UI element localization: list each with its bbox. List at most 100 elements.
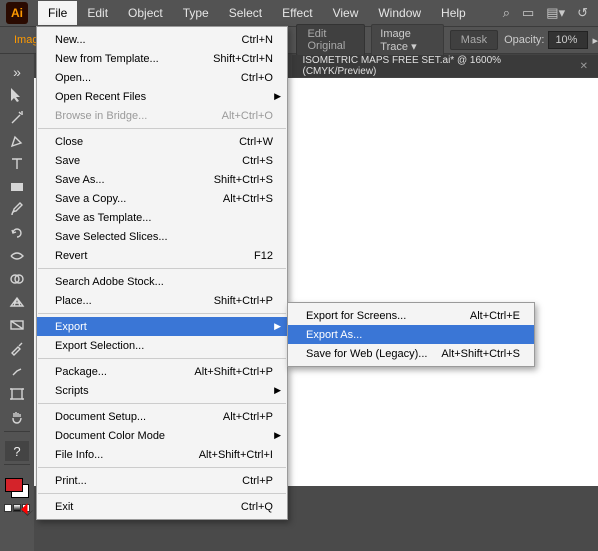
menu-separator [38, 128, 286, 129]
menu-item-label: Save as Template... [55, 212, 151, 224]
width-tool[interactable] [3, 244, 31, 267]
export-menu-item-save-for-web-legacy[interactable]: Save for Web (Legacy)...Alt+Shift+Ctrl+S [288, 344, 534, 363]
opacity-label: Opacity: [504, 34, 544, 46]
menu-file[interactable]: File [38, 1, 77, 25]
file-menu-item-scripts[interactable]: Scripts▶ [37, 381, 287, 400]
menu-item-label: Document Setup... [55, 411, 146, 423]
rotate-tool[interactable] [3, 221, 31, 244]
image-trace-button[interactable]: Image Trace ▾ [371, 24, 444, 57]
artboard-tool[interactable] [3, 382, 31, 405]
file-menu-item-save-as[interactable]: Save As...Shift+Ctrl+S [37, 170, 287, 189]
file-menu-item-place[interactable]: Place...Shift+Ctrl+P [37, 291, 287, 310]
file-menu-item-save-as-template[interactable]: Save as Template... [37, 208, 287, 227]
file-menu-item-document-color-mode[interactable]: Document Color Mode ▶ [37, 426, 287, 445]
menu-object[interactable]: Object [118, 1, 173, 25]
eyedropper-tool[interactable] [3, 336, 31, 359]
menu-edit[interactable]: Edit [77, 1, 118, 25]
search-icon[interactable]: ⌕ [503, 5, 510, 21]
menubar-right: ⌕ ▭ ▤▾ ↺ [503, 5, 598, 21]
symbol-sprayer-tool[interactable] [3, 359, 31, 382]
menu-view[interactable]: View [323, 1, 369, 25]
file-menu-item-export[interactable]: Export▶ [37, 317, 287, 336]
menu-separator [38, 313, 286, 314]
menu-separator [38, 467, 286, 468]
fill-swatch[interactable] [5, 478, 23, 492]
menu-effect[interactable]: Effect [272, 1, 322, 25]
hand-tool[interactable] [3, 405, 31, 428]
chevron-right-icon: ▶ [274, 430, 281, 441]
menu-window[interactable]: Window [368, 1, 431, 25]
opacity-value: 10% [555, 34, 577, 46]
menu-item-label: Close [55, 136, 83, 148]
file-menu-item-open[interactable]: Open... Ctrl+O [37, 68, 287, 87]
pen-tool[interactable] [3, 129, 31, 152]
magic-wand-tool[interactable] [3, 106, 31, 129]
menu-item-label: Print... [55, 475, 87, 487]
menu-separator [38, 358, 286, 359]
file-menu-item-save-selected-slices[interactable]: Save Selected Slices... [37, 227, 287, 246]
perspective-grid-tool[interactable] [3, 290, 31, 313]
file-menu-dropdown: New...Ctrl+NNew from Template...Shift+Ct… [36, 26, 288, 520]
menu-separator [38, 403, 286, 404]
menu-item-shortcut: Alt+Ctrl+E [470, 310, 520, 322]
chevron-right-icon: ▶ [274, 91, 281, 102]
menu-item-shortcut: Shift+Ctrl+N [213, 53, 273, 65]
opacity-control[interactable]: Opacity: 10% ▸ [504, 31, 598, 49]
menu-separator [38, 268, 286, 269]
help-tool[interactable]: ? [5, 441, 29, 461]
sync-icon[interactable]: ↺ [577, 5, 588, 21]
tool-panel: » ? [0, 54, 34, 551]
file-menu-item-new-from-template[interactable]: New from Template...Shift+Ctrl+N [37, 49, 287, 68]
menu-item-shortcut: Ctrl+Q [241, 501, 273, 513]
file-menu-item-save[interactable]: SaveCtrl+S [37, 151, 287, 170]
rectangle-tool[interactable] [3, 175, 31, 198]
menu-help[interactable]: Help [431, 1, 476, 25]
selection-tool[interactable] [3, 83, 31, 106]
arrange-icon[interactable]: ▤▾ [546, 5, 565, 21]
menu-item-label: Open Recent Files [55, 91, 146, 103]
file-menu-item-export-selection[interactable]: Export Selection... [37, 336, 287, 355]
file-menu-item-search-adobe-stock[interactable]: Search Adobe Stock... [37, 272, 287, 291]
chevron-right-icon: ▶ [274, 385, 281, 396]
menu-separator [38, 493, 286, 494]
type-tool[interactable] [3, 152, 31, 175]
expand-icon[interactable]: » [3, 60, 31, 83]
file-menu-item-exit[interactable]: ExitCtrl+Q [37, 497, 287, 516]
gradient-tool[interactable] [3, 313, 31, 336]
menu-item-shortcut: Ctrl+W [239, 136, 273, 148]
file-menu-item-new[interactable]: New...Ctrl+N [37, 30, 287, 49]
menu-type[interactable]: Type [173, 1, 219, 25]
mask-button[interactable]: Mask [450, 30, 498, 50]
paintbrush-tool[interactable] [3, 198, 31, 221]
file-menu-item-save-a-copy[interactable]: Save a Copy...Alt+Ctrl+S [37, 189, 287, 208]
menu-item-shortcut: Shift+Ctrl+P [214, 295, 273, 307]
menu-item-shortcut: Alt+Ctrl+S [223, 193, 273, 205]
menu-item-shortcut: Ctrl+O [241, 72, 273, 84]
file-menu-item-browse-in-bridge: Browse in Bridge...Alt+Ctrl+O [37, 106, 287, 125]
menu-item-shortcut: Alt+Shift+Ctrl+P [194, 366, 273, 378]
file-menu-item-open-recent-files[interactable]: Open Recent Files ▶ [37, 87, 287, 106]
export-menu-item-export-for-screens[interactable]: Export for Screens...Alt+Ctrl+E [288, 306, 534, 325]
menu-item-label: Open... [55, 72, 91, 84]
menu-item-shortcut: Alt+Shift+Ctrl+I [199, 449, 273, 461]
file-menu-item-document-setup[interactable]: Document Setup... Alt+Ctrl+P [37, 407, 287, 426]
file-menu-item-package[interactable]: Package...Alt+Shift+Ctrl+P [37, 362, 287, 381]
menu-item-label: Export [55, 321, 87, 333]
close-icon[interactable]: ✕ [580, 61, 588, 72]
menu-item-label: Document Color Mode [55, 430, 165, 442]
export-menu-item-export-as[interactable]: Export As... [288, 325, 534, 344]
menu-item-shortcut: Ctrl+P [242, 475, 273, 487]
menu-item-shortcut: Alt+Ctrl+P [223, 411, 273, 423]
document-tab[interactable]: ISOMETRIC MAPS FREE SET.ai* @ 1600% (CMY… [292, 55, 598, 77]
file-menu-item-revert[interactable]: RevertF12 [37, 246, 287, 265]
menubar: Ai File Edit Object Type Select Effect V… [0, 0, 598, 26]
edit-original-button[interactable]: Edit Original [296, 24, 365, 56]
menu-select[interactable]: Select [219, 1, 272, 25]
file-menu-item-close[interactable]: Close Ctrl+W [37, 132, 287, 151]
color-mode-swatches[interactable] [4, 504, 30, 512]
file-menu-item-print[interactable]: Print... Ctrl+P [37, 471, 287, 490]
chevron-right-icon[interactable]: ▸ [592, 34, 598, 47]
shape-builder-tool[interactable] [3, 267, 31, 290]
layout-icon[interactable]: ▭ [522, 5, 534, 21]
file-menu-item-file-info[interactable]: File Info...Alt+Shift+Ctrl+I [37, 445, 287, 464]
